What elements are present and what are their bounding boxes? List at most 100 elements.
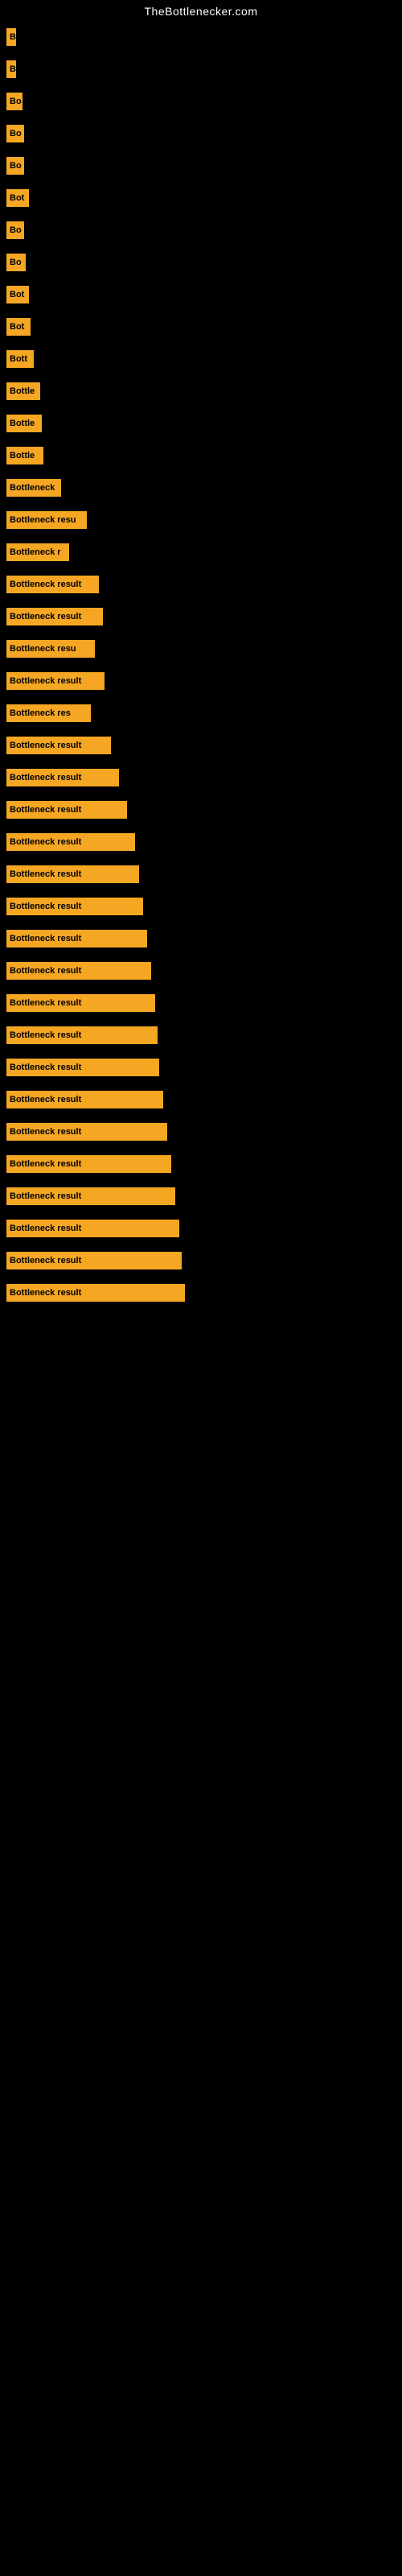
bar-label: Bottleneck result bbox=[6, 1026, 158, 1044]
bar-row-container: Bottleneck result bbox=[0, 890, 402, 923]
bar-row-container: Bottleneck result bbox=[0, 729, 402, 762]
bar-label: Bo bbox=[6, 254, 26, 271]
bar-row-container: Bottleneck result bbox=[0, 794, 402, 826]
bar-label: Bottleneck result bbox=[6, 898, 143, 915]
bar-label: Bottleneck result bbox=[6, 930, 147, 947]
bar-label: Bottle bbox=[6, 415, 42, 432]
bar-row: Bo bbox=[6, 122, 396, 146]
bar-label: Bottleneck result bbox=[6, 833, 135, 851]
bar-row-container: Bottleneck result bbox=[0, 955, 402, 987]
bar-row-container: Bottleneck result bbox=[0, 1019, 402, 1051]
bar-row: Bottleneck result bbox=[6, 991, 396, 1015]
bar-label: B bbox=[6, 60, 16, 78]
bar-row: Bottle bbox=[6, 411, 396, 436]
bar-row-container: Bottle bbox=[0, 375, 402, 407]
bar-row-container: Bott bbox=[0, 343, 402, 375]
bar-label: Bo bbox=[6, 221, 24, 239]
bar-row-container: Bo bbox=[0, 118, 402, 150]
bar-row: Bottleneck resu bbox=[6, 508, 396, 532]
bar-row: Bottleneck r bbox=[6, 540, 396, 564]
bar-label: Bottleneck result bbox=[6, 1123, 167, 1141]
bar-row-container: Bottleneck result bbox=[0, 1277, 402, 1309]
bar-label: B bbox=[6, 28, 16, 46]
bar-row: Bottleneck result bbox=[6, 1281, 396, 1305]
bar-label: Bottleneck r bbox=[6, 543, 69, 561]
bar-row: Bottleneck result bbox=[6, 959, 396, 983]
bar-row-container: Bottleneck r bbox=[0, 536, 402, 568]
bar-label: Bottleneck result bbox=[6, 608, 103, 625]
bar-label: Bot bbox=[6, 318, 31, 336]
bar-label: Bottleneck result bbox=[6, 865, 139, 883]
bar-row-container: Bo bbox=[0, 85, 402, 118]
bar-row: Bo bbox=[6, 218, 396, 242]
bar-row-container: Bottleneck result bbox=[0, 987, 402, 1019]
bar-label: Bottleneck result bbox=[6, 1284, 185, 1302]
bar-row: Bottle bbox=[6, 444, 396, 468]
bar-row-container: Bottleneck result bbox=[0, 1212, 402, 1245]
bar-row: B bbox=[6, 57, 396, 81]
bar-row: Bottleneck result bbox=[6, 1184, 396, 1208]
bar-row-container: Bottleneck bbox=[0, 472, 402, 504]
bars-container: BB Bo Bo Bo Bot Bo Bo Bot Bot Bott Bottle Bottle Bot… bbox=[0, 21, 402, 1309]
bar-row: Bottleneck result bbox=[6, 1055, 396, 1080]
bar-label: Bottleneck res bbox=[6, 704, 91, 722]
bar-row-container: Bottleneck resu bbox=[0, 504, 402, 536]
bar-label: Bo bbox=[6, 125, 24, 142]
bar-row-container: Bottleneck result bbox=[0, 568, 402, 601]
bar-label: Bottle bbox=[6, 447, 43, 464]
bar-row-container: Bottleneck result bbox=[0, 665, 402, 697]
bar-row-container: Bot bbox=[0, 311, 402, 343]
site-title: TheBottlenecker.com bbox=[0, 0, 402, 21]
bar-label: Bottleneck result bbox=[6, 1187, 175, 1205]
bar-row-container: Bot bbox=[0, 279, 402, 311]
bar-row-container: Bottleneck result bbox=[0, 1245, 402, 1277]
bar-label: Bottleneck result bbox=[6, 962, 151, 980]
bar-label: Bottleneck result bbox=[6, 1091, 163, 1108]
bar-label: Bottleneck result bbox=[6, 672, 105, 690]
bar-row-container: Bo bbox=[0, 150, 402, 182]
bar-label: Bottleneck result bbox=[6, 769, 119, 786]
bar-row-container: Bottleneck result bbox=[0, 762, 402, 794]
bar-label: Bottleneck result bbox=[6, 801, 127, 819]
bar-row: Bo bbox=[6, 154, 396, 178]
bar-row: Bottleneck result bbox=[6, 927, 396, 951]
bar-row-container: Bottleneck res bbox=[0, 697, 402, 729]
bar-row: Bottleneck result bbox=[6, 894, 396, 919]
bar-label: Bo bbox=[6, 93, 23, 110]
bar-row: Bot bbox=[6, 283, 396, 307]
bar-label: Bottleneck result bbox=[6, 1252, 182, 1269]
bar-row: Bottleneck result bbox=[6, 1023, 396, 1047]
bar-row-container: Bo bbox=[0, 214, 402, 246]
bar-row-container: Bottleneck result bbox=[0, 1180, 402, 1212]
bar-row-container: Bottleneck result bbox=[0, 601, 402, 633]
bar-row: Bot bbox=[6, 315, 396, 339]
bar-label: Bottleneck result bbox=[6, 576, 99, 593]
bar-row: Bot bbox=[6, 186, 396, 210]
bar-row-container: Bo bbox=[0, 246, 402, 279]
bar-row-container: B bbox=[0, 53, 402, 85]
bar-row: Bottleneck result bbox=[6, 572, 396, 597]
bar-row: Bottleneck result bbox=[6, 830, 396, 854]
bar-row-container: Bottleneck result bbox=[0, 1116, 402, 1148]
bar-label: Bott bbox=[6, 350, 34, 368]
bar-row-container: Bottle bbox=[0, 440, 402, 472]
bar-row: Bottleneck result bbox=[6, 862, 396, 886]
bar-label: Bottleneck result bbox=[6, 737, 111, 754]
bar-label: Bottle bbox=[6, 382, 40, 400]
bar-row-container: Bottleneck result bbox=[0, 1084, 402, 1116]
bar-label: Bottleneck bbox=[6, 479, 61, 497]
bar-row-container: Bottleneck result bbox=[0, 858, 402, 890]
bar-row: Bottleneck res bbox=[6, 701, 396, 725]
bar-row: Bottleneck result bbox=[6, 1088, 396, 1112]
bar-label: Bottleneck result bbox=[6, 1155, 171, 1173]
bar-row: Bottleneck result bbox=[6, 669, 396, 693]
bar-row: B bbox=[6, 25, 396, 49]
bar-label: Bot bbox=[6, 189, 29, 207]
bar-row-container: Bottleneck result bbox=[0, 826, 402, 858]
bar-label: Bottleneck resu bbox=[6, 640, 95, 658]
bar-label: Bottleneck result bbox=[6, 1059, 159, 1076]
bar-label: Bottleneck result bbox=[6, 1220, 179, 1237]
bar-row-container: Bottleneck result bbox=[0, 1051, 402, 1084]
bar-row-container: Bot bbox=[0, 182, 402, 214]
bar-row: Bottleneck result bbox=[6, 1120, 396, 1144]
